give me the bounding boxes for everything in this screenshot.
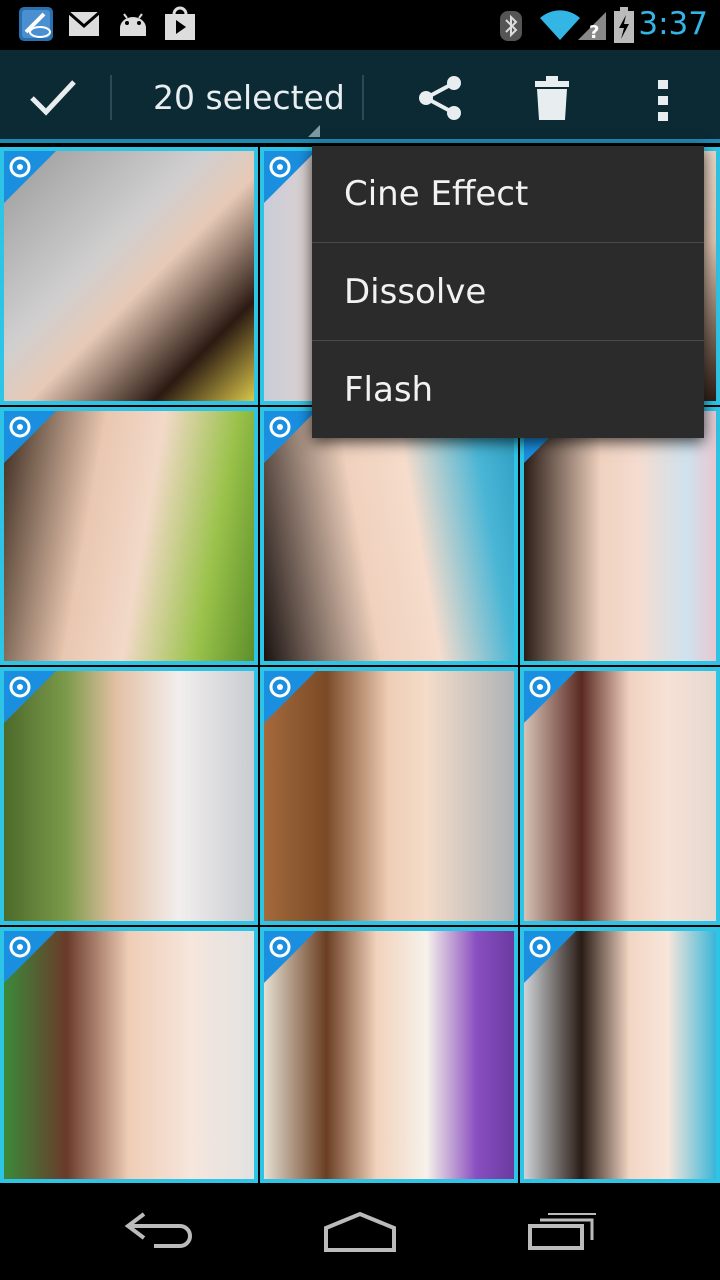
camera-badge-icon: [264, 151, 316, 203]
photo-tile[interactable]: [0, 407, 258, 665]
gmail-icon: [66, 6, 102, 46]
camera-badge-icon: [264, 931, 316, 983]
photo-tile[interactable]: [260, 407, 518, 665]
intel-app-icon: [18, 6, 54, 46]
menu-item-flash[interactable]: Flash: [312, 342, 704, 438]
camera-badge-icon: [524, 931, 576, 983]
signal-icon: ?: [576, 8, 608, 46]
battery-charging-icon: [612, 6, 636, 48]
bluetooth-icon: [499, 10, 523, 46]
camera-badge-icon: [4, 411, 56, 463]
dropdown-caret-icon: [308, 122, 320, 137]
photo-tile[interactable]: [0, 147, 258, 405]
camera-badge-icon: [264, 411, 316, 463]
menu-divider: [312, 340, 704, 341]
photo-tile[interactable]: [520, 407, 720, 665]
action-bar-divider: [362, 75, 364, 120]
camera-badge-icon: [524, 671, 576, 723]
svg-text:?: ?: [589, 22, 599, 42]
menu-item-dissolve[interactable]: Dissolve: [312, 244, 704, 340]
camera-badge-icon: [4, 671, 56, 723]
share-icon[interactable]: [416, 74, 464, 122]
photo-tile[interactable]: [520, 667, 720, 925]
back-icon[interactable]: [124, 1210, 196, 1254]
menu-item-cine-effect[interactable]: Cine Effect: [312, 146, 704, 242]
action-bar-divider: [110, 75, 112, 120]
photo-tile[interactable]: [520, 927, 720, 1183]
home-icon[interactable]: [322, 1210, 398, 1258]
photo-tile[interactable]: [260, 667, 518, 925]
photo-tile[interactable]: [0, 927, 258, 1183]
photo-tile[interactable]: [260, 927, 518, 1183]
photo-tile[interactable]: [0, 667, 258, 925]
camera-badge-icon: [4, 151, 56, 203]
camera-badge-icon: [4, 931, 56, 983]
contextual-action-bar: 20 selected: [0, 50, 720, 140]
overflow-icon[interactable]: [656, 78, 670, 122]
play-store-icon: [162, 6, 198, 46]
navigation-bar: [0, 1184, 720, 1280]
status-bar: ? 3:37: [0, 0, 720, 50]
selection-count-title[interactable]: 20 selected: [153, 78, 345, 117]
recents-icon[interactable]: [526, 1210, 598, 1256]
android-debug-icon: [114, 6, 152, 46]
overflow-popup-menu: Cine Effect Dissolve Flash: [312, 146, 704, 438]
check-icon[interactable]: [28, 78, 78, 118]
status-time: 3:37: [638, 6, 708, 42]
trash-icon[interactable]: [534, 74, 570, 122]
camera-badge-icon: [264, 671, 316, 723]
menu-divider: [312, 242, 704, 243]
